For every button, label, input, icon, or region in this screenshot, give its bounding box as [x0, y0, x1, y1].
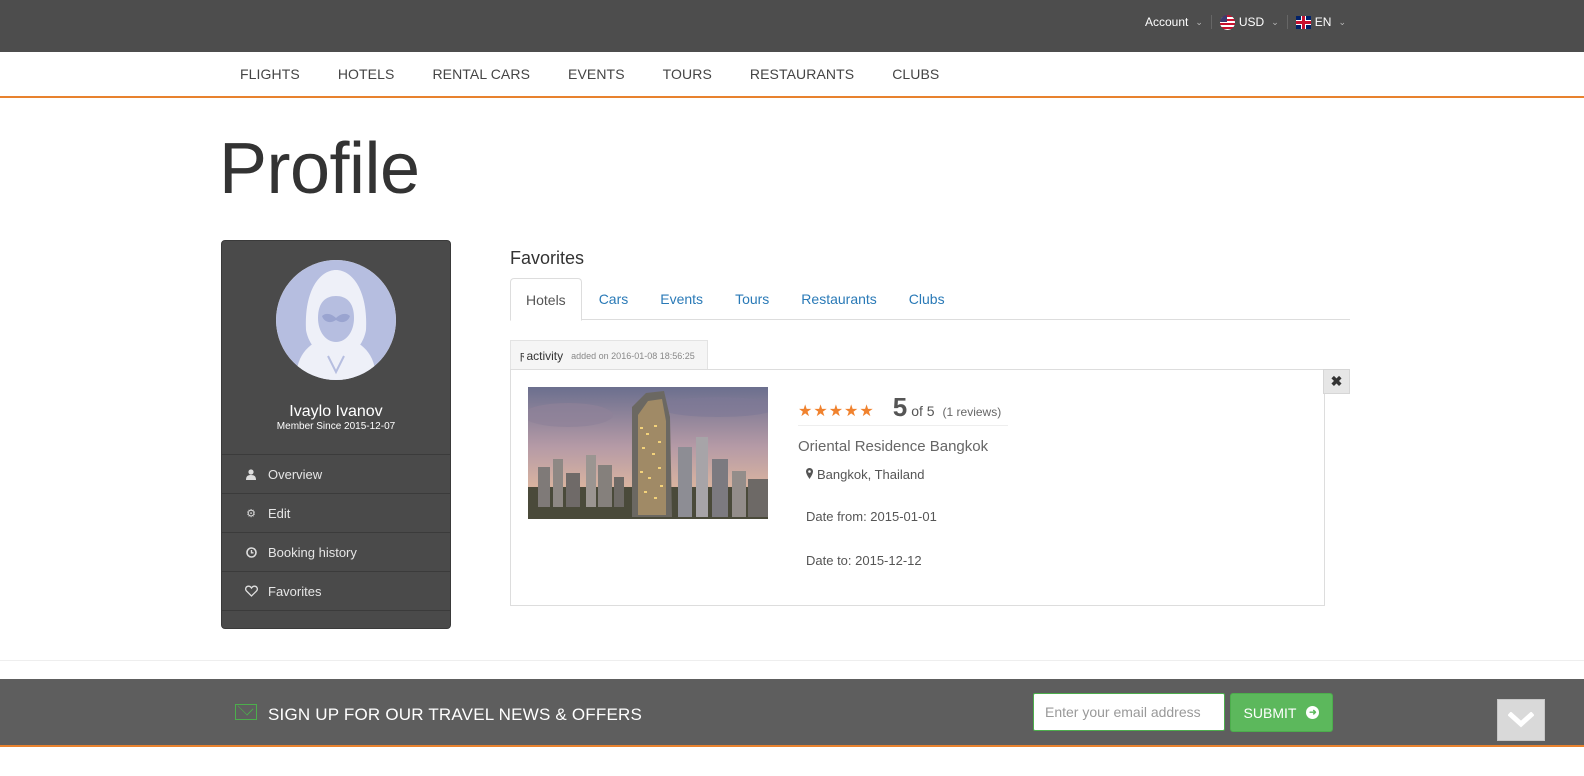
newsletter-bar: SIGN UP FOR OUR TRAVEL NEWS & OFFERS SUB… [0, 679, 1584, 747]
uk-flag-icon [1295, 15, 1311, 29]
favorites-tabs: Hotels Cars Events Tours Restaurants Clu… [510, 278, 1350, 321]
tab-events[interactable]: Events [645, 278, 718, 320]
close-icon: ✖ [1330, 373, 1343, 389]
hooded-avatar-icon [276, 260, 396, 380]
profile-sidebar: Ivaylo Ivanov Member Since 2015-12-07 Ov… [221, 240, 451, 629]
hotel-rating: ★★★★★ 5 of 5 (1 reviews) [798, 392, 1008, 426]
language-label: EN [1314, 15, 1332, 29]
tab-tours[interactable]: Tours [720, 278, 784, 320]
email-input[interactable] [1033, 693, 1225, 731]
sidebar-item-label: Edit [268, 505, 291, 521]
chevron-down-icon: ⌄ [1195, 16, 1203, 27]
user-icon [244, 468, 258, 480]
currency-dropdown[interactable]: USD ⌄ [1212, 14, 1287, 30]
heart-icon [244, 585, 258, 597]
rating-of: of 5 [911, 403, 935, 419]
main-nav: FLIGHTS HOTELS RENTAL CARS EVENTS TOURS … [0, 52, 1584, 98]
tab-restaurants[interactable]: Restaurants [786, 278, 891, 320]
nav-item-hotels[interactable]: HOTELS [319, 66, 414, 82]
nav-item-restaurants[interactable]: RESTAURANTS [731, 66, 873, 82]
arrow-right-circle-icon: ➜ [1306, 706, 1320, 719]
top-bar: Account ⌄ USD ⌄ EN ⌄ [0, 0, 1584, 52]
account-label: Account [1144, 15, 1189, 29]
chevron-down-icon: ⌄ [1338, 16, 1346, 27]
nav-item-rental-cars[interactable]: RENTAL CARS [413, 66, 549, 82]
rating-value: 5 [892, 392, 908, 422]
nav-item-tours[interactable]: TOURS [644, 66, 731, 82]
date-from: Date from: 2015-01-01 [806, 509, 937, 524]
page-title: Profile [219, 129, 420, 209]
submit-button[interactable]: SUBMIT ➜ [1230, 693, 1333, 732]
scroll-down-button[interactable] [1497, 699, 1545, 741]
newsletter-text: SIGN UP FOR OUR TRAVEL NEWS & OFFERS [268, 705, 643, 724]
activity-tag: ϝ activity added on 2016-01-08 18:56:25 [510, 340, 708, 370]
location-text: Bangkok, Thailand [817, 467, 925, 482]
tab-hotels[interactable]: Hotels [510, 278, 582, 321]
favorite-hotel-card: ★★★★★ 5 of 5 (1 reviews) Oriental Reside… [510, 369, 1325, 606]
favorites-title: Favorites [510, 248, 585, 268]
avatar [276, 260, 396, 380]
nav-item-flights[interactable]: FLIGHTS [221, 66, 319, 82]
account-dropdown[interactable]: Account ⌄ [1137, 15, 1211, 29]
tab-clubs[interactable]: Clubs [894, 278, 960, 320]
us-flag-icon [1219, 14, 1235, 30]
remove-favorite-button[interactable]: ✖ [1323, 369, 1350, 394]
top-bar-menu: Account ⌄ USD ⌄ EN ⌄ [1137, 0, 1354, 44]
map-pin-icon [806, 467, 813, 482]
chevron-down-icon [1508, 712, 1534, 728]
currency-label: USD [1238, 15, 1265, 29]
sidebar-item-overview[interactable]: Overview [222, 455, 450, 494]
sidebar-item-favorites[interactable]: Favorites [222, 572, 450, 611]
date-to: Date to: 2015-12-12 [806, 553, 922, 568]
star-rating-icon: ★★★★★ [798, 403, 875, 420]
added-timestamp: added on 2016-01-08 18:56:25 [571, 350, 695, 361]
sidebar-item-booking-history[interactable]: Booking history [222, 533, 450, 572]
hotel-name[interactable]: Oriental Residence Bangkok [798, 438, 988, 455]
hotel-location: Bangkok, Thailand [806, 467, 924, 482]
profile-name: Ivaylo Ivanov [289, 403, 383, 420]
tab-cars[interactable]: Cars [584, 278, 644, 320]
activity-label: activity [526, 348, 564, 363]
sidebar-item-label: Booking history [268, 544, 357, 560]
chevron-down-icon: ⌄ [1271, 16, 1279, 27]
envelope-icon [235, 704, 257, 720]
sidebar-item-edit[interactable]: ⚙ Edit [222, 494, 450, 533]
gear-icon: ⚙ [246, 507, 256, 520]
member-since: Member Since 2015-12-07 [276, 421, 396, 432]
nav-item-events[interactable]: EVENTS [549, 66, 644, 82]
review-count: (1 reviews) [942, 405, 1002, 419]
nav-item-clubs[interactable]: CLUBS [873, 66, 958, 82]
submit-label: SUBMIT [1243, 704, 1297, 721]
sidebar-item-label: Overview [268, 466, 323, 482]
bolt-icon: ϝ [520, 349, 525, 362]
sidebar-item-label: Favorites [268, 583, 322, 599]
hotel-image[interactable] [528, 387, 768, 519]
profile-menu: Overview ⚙ Edit Booking history Favorite… [222, 454, 450, 611]
clock-icon [244, 546, 258, 558]
divider [0, 660, 1584, 661]
language-dropdown[interactable]: EN ⌄ [1288, 15, 1354, 29]
